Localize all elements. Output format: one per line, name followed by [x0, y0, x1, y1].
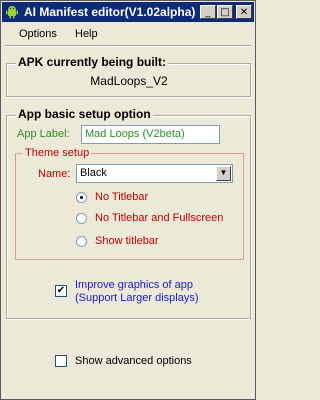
android-icon	[6, 6, 18, 19]
main-window: AI Manifest editor(V1.02alpha) _ □ ✕ Opt…	[0, 0, 256, 400]
radio-show-titlebar-label[interactable]: Show titlebar	[95, 235, 159, 247]
setup-section-title: App basic setup option	[16, 107, 153, 121]
app-label-input[interactable]: Mad Loops (V2beta)	[81, 125, 220, 144]
theme-name-caption: Name:	[38, 168, 71, 180]
menu-help[interactable]: Help	[75, 28, 98, 40]
theme-select[interactable]: Black ▼	[76, 164, 233, 183]
dropdown-arrow-icon[interactable]: ▼	[216, 166, 231, 181]
theme-select-value: Black	[80, 167, 107, 179]
radio-no-titlebar-fullscreen-label[interactable]: No Titlebar and Fullscreen	[95, 212, 223, 224]
menu-bar: Options Help	[2, 23, 254, 44]
apk-name: MadLoops_V2	[90, 74, 168, 88]
close-button[interactable]: ✕	[236, 5, 252, 19]
radio-no-titlebar-fullscreen[interactable]	[76, 213, 87, 224]
app-label-caption: App Label:	[17, 128, 70, 140]
improve-graphics-checkbox[interactable]: ✔	[55, 285, 67, 297]
menu-options[interactable]: Options	[19, 28, 57, 40]
radio-no-titlebar-label[interactable]: No Titlebar	[95, 191, 148, 203]
maximize-button[interactable]: □	[217, 5, 233, 19]
radio-show-titlebar[interactable]	[76, 236, 87, 247]
apk-section-title: APK currently being built:	[16, 55, 169, 69]
title-bar[interactable]: AI Manifest editor(V1.02alpha) _ □ ✕	[2, 2, 254, 22]
theme-section-title: Theme setup	[23, 147, 92, 159]
menu-divider	[5, 45, 251, 47]
improve-graphics-line1: Improve graphics of app	[75, 279, 194, 291]
window-title: AI Manifest editor(V1.02alpha)	[24, 5, 196, 19]
show-advanced-checkbox[interactable]	[55, 355, 67, 367]
improve-graphics-line2: (Support Larger displays)	[75, 292, 199, 304]
minimize-button[interactable]: _	[200, 5, 216, 19]
radio-no-titlebar[interactable]	[76, 192, 87, 203]
improve-graphics-label[interactable]: Improve graphics of app (Support Larger …	[75, 279, 199, 305]
show-advanced-label[interactable]: Show advanced options	[75, 355, 192, 367]
